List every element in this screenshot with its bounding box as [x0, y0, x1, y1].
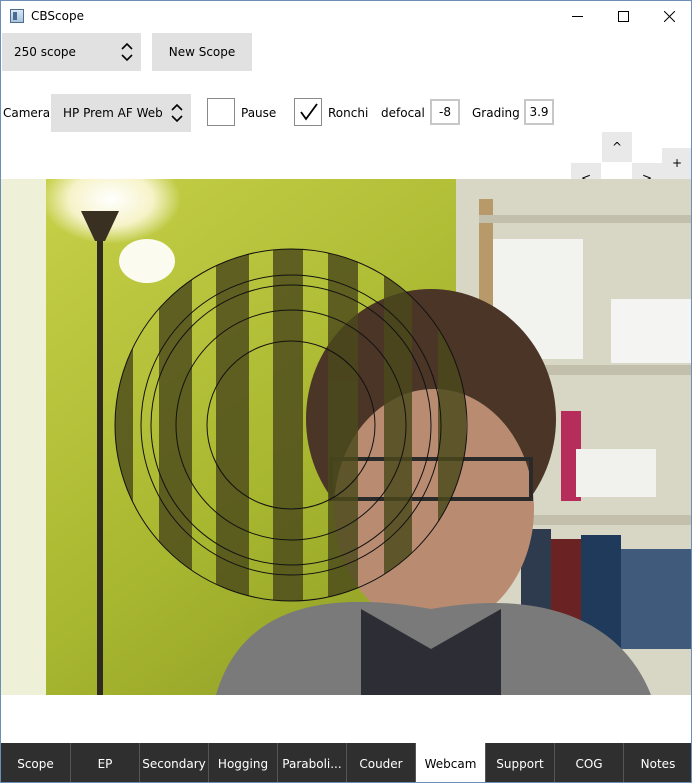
app-window: CBScope 250 scope New Scope Camera HP Pr… — [0, 0, 692, 783]
nav-up-button[interactable]: ^ — [602, 132, 632, 162]
minimize-button[interactable] — [554, 1, 600, 31]
title-bar: CBScope — [1, 1, 691, 31]
ronchi-checkbox[interactable] — [294, 98, 322, 126]
defocal-label: defocal — [381, 106, 425, 120]
camera-select-value: HP Prem AF Web — [63, 106, 163, 120]
tab-parabolization[interactable]: Paraboli... — [278, 743, 347, 782]
tab-hogging[interactable]: Hogging — [209, 743, 278, 782]
pause-checkbox[interactable] — [207, 98, 235, 126]
scope-select-value: 250 scope — [14, 45, 76, 59]
tab-scope[interactable]: Scope — [1, 743, 71, 782]
grading-label: Grading — [472, 106, 520, 120]
tab-ep[interactable]: EP — [71, 743, 140, 782]
webcam-view — [1, 179, 691, 695]
close-button[interactable] — [646, 1, 691, 31]
tab-cog[interactable]: COG — [555, 743, 624, 782]
tab-webcam[interactable]: Webcam — [416, 743, 486, 782]
minimize-icon — [571, 15, 583, 17]
grading-input[interactable]: 3.9 — [524, 99, 554, 125]
maximize-icon — [617, 10, 629, 22]
maximize-button[interactable] — [600, 1, 646, 31]
tab-bar: Scope EP Secondary Hogging Paraboli... C… — [1, 743, 691, 782]
app-icon — [10, 9, 24, 23]
tab-secondary[interactable]: Secondary — [140, 743, 209, 782]
camera-select[interactable]: HP Prem AF Web — [51, 94, 191, 132]
window-title: CBScope — [31, 9, 84, 23]
checkmark-icon — [300, 103, 318, 121]
zoom-in-button[interactable]: + — [662, 148, 691, 178]
tab-couder[interactable]: Couder — [347, 743, 416, 782]
scope-select[interactable]: 250 scope — [2, 33, 141, 71]
webcam-image — [1, 179, 691, 695]
pause-label: Pause — [241, 106, 277, 120]
camera-label: Camera — [3, 106, 51, 120]
tab-support[interactable]: Support — [486, 743, 555, 782]
defocal-input[interactable]: -8 — [430, 99, 460, 125]
tab-notes[interactable]: Notes — [624, 743, 691, 782]
new-scope-button[interactable]: New Scope — [152, 33, 252, 71]
close-icon — [663, 10, 675, 22]
up-down-chevron-icon — [113, 37, 141, 67]
up-down-chevron-icon — [163, 98, 191, 128]
ronchi-label: Ronchi — [328, 106, 369, 120]
